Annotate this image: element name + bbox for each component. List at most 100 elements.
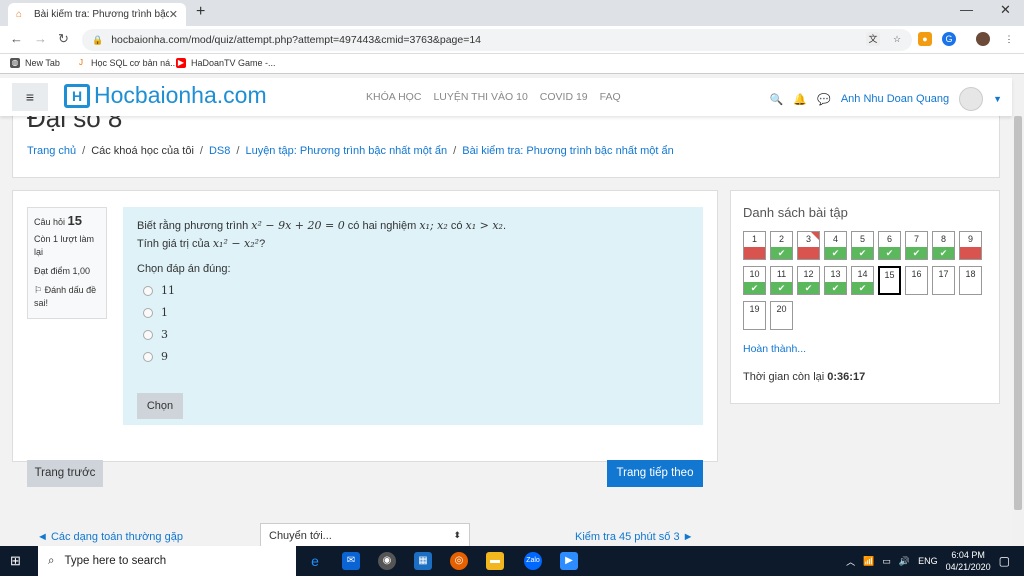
question-nav-button[interactable]: 10 ✔	[743, 266, 766, 295]
profile-avatar[interactable]	[976, 32, 990, 46]
logo-text: Hocbaionha.com	[94, 82, 267, 108]
star-icon[interactable]: ☆	[890, 32, 904, 46]
chevron-up-icon[interactable]: ︿	[846, 555, 855, 568]
clock[interactable]: 6:04 PM 04/21/2020	[946, 549, 991, 573]
question-nav-button[interactable]: 11 ✔	[770, 266, 793, 295]
firefox-icon[interactable]: ◎	[450, 552, 468, 570]
answer-option[interactable]: 11	[143, 284, 689, 297]
question-nav-button[interactable]: 1	[743, 231, 766, 260]
close-tab-icon[interactable]: ✕	[169, 8, 178, 21]
zoom-icon[interactable]: ▶	[560, 552, 578, 570]
chat-icon[interactable]: 💬	[817, 93, 831, 106]
radio-button[interactable]	[143, 307, 153, 318]
question-nav-button[interactable]: 6 ✔	[878, 231, 901, 260]
notifications-icon[interactable]: ▢	[999, 554, 1010, 568]
extension-icon-2[interactable]: G	[942, 32, 956, 46]
menu-item-exam[interactable]: LUYỆN THI VÀO 10	[433, 91, 527, 103]
menu-item-faq[interactable]: FAQ	[600, 91, 621, 103]
bookmark-new-tab[interactable]: ◍ New Tab	[10, 58, 60, 68]
bookmark-youtube[interactable]: ▶ HaDoanTV Game -...	[176, 58, 276, 68]
url-field[interactable]: 🔒 hocbaionha.com/mod/quiz/attempt.php?at…	[82, 29, 912, 51]
question-nav-button[interactable]: 13 ✔	[824, 266, 847, 295]
check-button[interactable]: Chọn	[137, 393, 183, 419]
flag-label: Đánh dấu đề sai!	[34, 285, 97, 308]
question-nav-button[interactable]: 19	[743, 301, 766, 330]
avatar[interactable]	[959, 87, 984, 111]
bell-icon[interactable]: 🔔	[793, 93, 807, 106]
question-nav-button[interactable]: 16	[905, 266, 928, 295]
lock-icon: 🔒	[92, 34, 104, 45]
close-window-icon[interactable]: ✕	[1000, 2, 1011, 18]
radio-button[interactable]	[143, 351, 153, 362]
bookmark-sql[interactable]: J Học SQL cơ bản ná...	[76, 58, 178, 68]
chevron-down-icon[interactable]: ▼	[993, 94, 1002, 104]
answer-option[interactable]: 1	[143, 306, 689, 319]
clock-time: 6:04 PM	[951, 550, 985, 560]
next-activity-link[interactable]: Kiểm tra 45 phút số 3 ►	[575, 531, 694, 543]
search-icon[interactable]: 🔍	[770, 93, 784, 106]
breadcrumb-quiz[interactable]: Bài kiểm tra: Phương trình bậc nhất một …	[462, 145, 673, 157]
edge-icon[interactable]: e	[306, 552, 324, 570]
question-nav-button[interactable]: 8 ✔	[932, 231, 955, 260]
scrollbar-thumb[interactable]	[1014, 116, 1022, 510]
explorer-icon[interactable]: ▬	[486, 552, 504, 570]
translate-icon[interactable]: 文	[866, 32, 880, 46]
breadcrumb: Trang chủ / Các khoá học của tôi / DS8/ Lu…	[27, 145, 674, 157]
chrome-icon[interactable]: ◉	[378, 552, 396, 570]
bookmarks-bar: ◍ New Tab J Học SQL cơ bản ná... ▶ HaDoa…	[0, 54, 1024, 74]
question-nav-button[interactable]: 4 ✔	[824, 231, 847, 260]
menu-item-covid[interactable]: COVID 19	[540, 91, 588, 103]
browser-tab[interactable]: ⌂ Bài kiểm tra: Phương trình bậc nhấ ✕	[8, 3, 186, 26]
taskbar-search[interactable]: ⌕ Type here to search	[38, 546, 296, 576]
answer-option[interactable]: 3	[143, 328, 689, 341]
question-nav-button[interactable]: 2 ✔	[770, 231, 793, 260]
battery-icon[interactable]: ▭	[882, 556, 891, 567]
question-nav-button[interactable]: 18	[959, 266, 982, 295]
question-nav-button[interactable]: 14 ✔	[851, 266, 874, 295]
windows-start-icon[interactable]: ⊞	[10, 554, 24, 568]
question-nav-button[interactable]: 17	[932, 266, 955, 295]
next-page-button[interactable]: Trang tiếp theo	[607, 460, 703, 487]
breadcrumb-home[interactable]: Trang chủ	[27, 145, 76, 157]
question-nav-number: 1	[751, 234, 757, 244]
question-nav-button[interactable]: 15	[878, 266, 901, 295]
minimize-icon[interactable]: —	[960, 2, 973, 17]
question-nav-button[interactable]: 12 ✔	[797, 266, 820, 295]
mail-icon[interactable]: ✉	[342, 552, 360, 570]
flag-question[interactable]: ⚐ Đánh dấu đề sai!	[34, 284, 100, 310]
question-nav-button[interactable]: 3	[797, 231, 820, 260]
finish-attempt-link[interactable]: Hoàn thành...	[743, 343, 806, 355]
page-scrollbar[interactable]	[1012, 74, 1024, 546]
zalo-icon[interactable]: Zalo	[524, 552, 542, 570]
breadcrumb-course[interactable]: DS8	[209, 145, 230, 157]
prev-activity-link[interactable]: ◄ Các dạng toán thường gặp	[37, 531, 183, 543]
question-nav-button[interactable]: 9	[959, 231, 982, 260]
extension-icon[interactable]: ●	[918, 32, 932, 46]
question-nav-button[interactable]: 20	[770, 301, 793, 330]
attempts-left: Còn 1 lượt làm lại	[34, 234, 94, 257]
answer-option[interactable]: 9	[143, 350, 689, 363]
check-icon: ✔	[771, 282, 792, 294]
back-icon[interactable]: ←	[10, 31, 23, 46]
volume-icon[interactable]: 🔊	[899, 556, 910, 567]
check-icon: ✔	[933, 247, 954, 259]
reload-icon[interactable]: ↻	[58, 31, 69, 47]
site-logo[interactable]: H Hocbaionha.com	[64, 82, 267, 109]
check-icon: ✔	[852, 282, 873, 294]
question-nav-button[interactable]: 5 ✔	[851, 231, 874, 260]
menu-item-courses[interactable]: KHÓA HỌC	[366, 91, 421, 103]
network-icon[interactable]: 📶	[863, 556, 874, 567]
forward-icon[interactable]: →	[34, 31, 47, 46]
language-indicator[interactable]: ENG	[918, 556, 938, 566]
hamburger-menu-button[interactable]: ≡	[12, 83, 48, 111]
radio-button[interactable]	[143, 285, 153, 296]
menu-dots-icon[interactable]: ⋮	[1002, 32, 1016, 46]
store-icon[interactable]: ▦	[414, 552, 432, 570]
previous-page-button[interactable]: Trang trước	[27, 460, 103, 487]
breadcrumb-section[interactable]: Luyện tập: Phương trình bậc nhất một ẩn	[245, 145, 447, 157]
user-name[interactable]: Anh Nhu Doan Quang	[841, 93, 949, 105]
jump-to-select[interactable]: Chuyển tới... ⬍	[260, 523, 470, 546]
new-tab-button[interactable]: +	[196, 3, 205, 21]
radio-button[interactable]	[143, 329, 153, 340]
question-nav-button[interactable]: 7 ✔	[905, 231, 928, 260]
